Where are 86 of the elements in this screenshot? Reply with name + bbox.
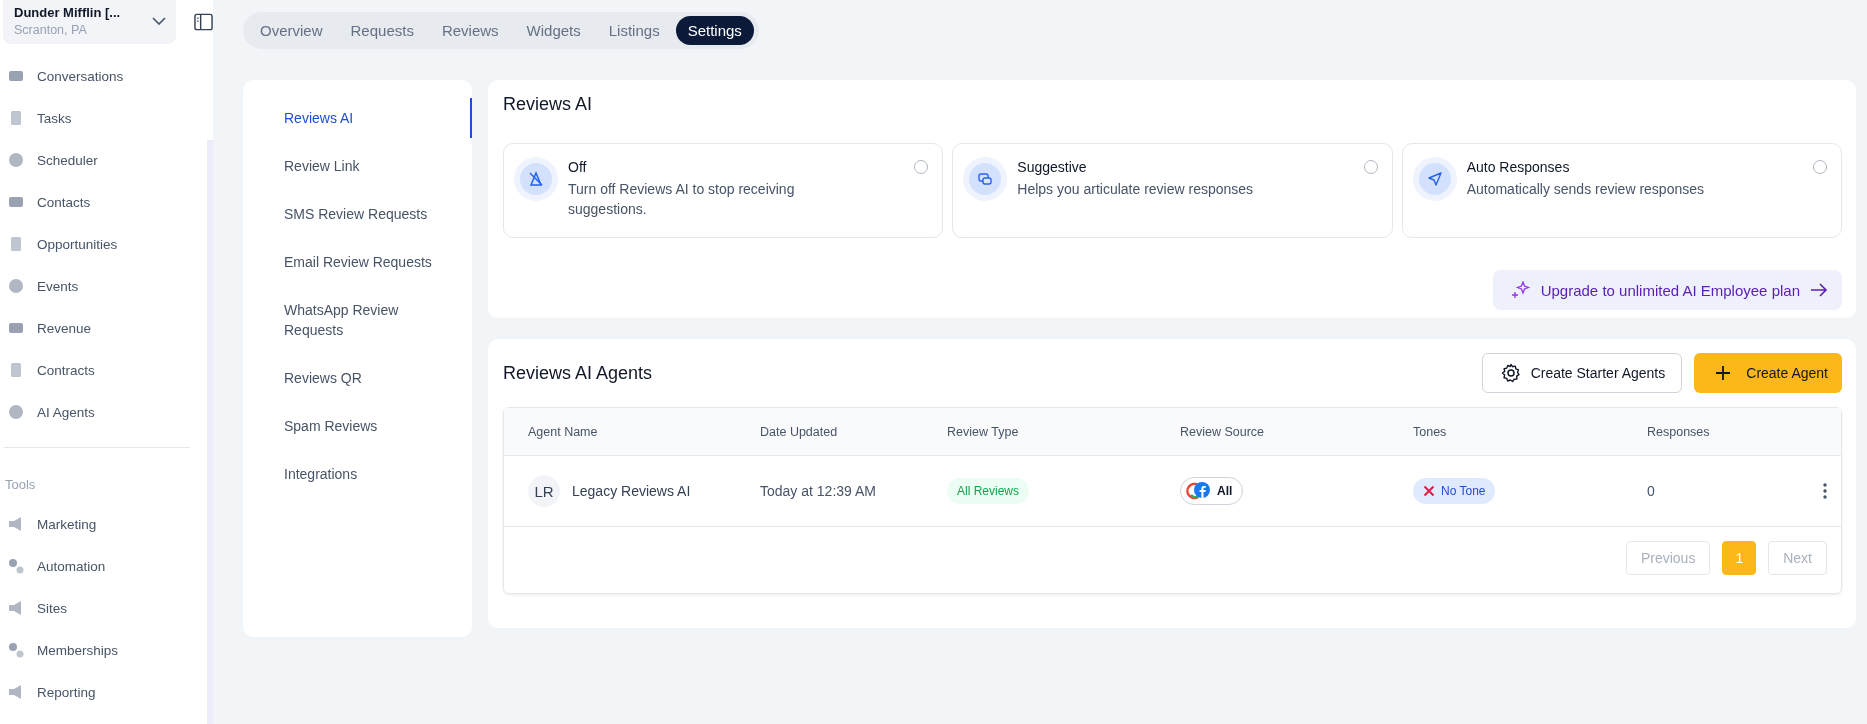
account-switcher[interactable]: Dunder Mifflin [... Scranton, PA xyxy=(3,0,176,44)
column-header: Date Updated xyxy=(759,424,839,439)
sidebar-item[interactable]: Events xyxy=(7,265,197,307)
sidebar-label: Reporting xyxy=(37,684,96,700)
sidebar-item[interactable]: Memberships xyxy=(7,629,197,671)
option-description: Automatically sends review responses xyxy=(1466,180,1705,199)
tab[interactable]: Widgets xyxy=(514,16,593,45)
settings-nav-item[interactable]: SMS Review Requests xyxy=(243,194,472,234)
column-header: Agent Name xyxy=(527,424,599,439)
sidebar-item[interactable]: Automation xyxy=(7,545,197,587)
section-title: Tools xyxy=(4,476,37,492)
settings-nav-item[interactable]: WhatsApp Review Requests xyxy=(243,290,472,350)
column-header: Responses xyxy=(1646,424,1711,439)
option-title: Suggestive xyxy=(1017,159,1088,175)
tab[interactable]: Reviews xyxy=(429,16,511,45)
sidebar-label: AI Agents xyxy=(37,404,95,420)
sidebar-label: Contacts xyxy=(37,194,91,210)
sidebar-item[interactable]: Opportunities xyxy=(7,223,197,265)
option-card[interactable]: Off Turn off Reviews AI to stop receiving suggestions. xyxy=(503,143,944,238)
create-starter-agents-button[interactable]: Create Starter Agents xyxy=(1481,353,1683,393)
upgrade-button[interactable]: Upgrade to unlimited AI Employee plan xyxy=(1492,270,1842,310)
agent-name: Legacy Reviews AI xyxy=(572,483,691,499)
settings-nav-item[interactable]: Email Review Requests xyxy=(243,242,472,282)
table-cell-text: Today at 12:39 AM xyxy=(759,483,877,499)
sidebar-item[interactable]: AI Agents xyxy=(7,391,197,433)
sidebar-label: Tasks xyxy=(37,110,72,126)
arrow-right-icon xyxy=(1810,283,1828,297)
option-description: Helps you articulate review responses xyxy=(1017,180,1255,199)
chevron-down-icon xyxy=(152,17,166,25)
nav-icon xyxy=(7,151,25,169)
more-options-icon[interactable] xyxy=(1823,483,1827,499)
sidebar-toggle-icon[interactable] xyxy=(194,13,213,31)
sidebar-item[interactable]: Conversations xyxy=(7,55,197,97)
source-logos-icon xyxy=(1185,481,1211,501)
sidebar-label: Contracts xyxy=(37,362,95,378)
settings-icon xyxy=(1500,363,1521,383)
nav-icon xyxy=(7,557,25,575)
settings-nav-item[interactable]: Review Link xyxy=(243,146,472,186)
sidebar-label: Automation xyxy=(37,558,106,574)
sidebar-label: Events xyxy=(37,278,79,294)
account-location: Scranton, PA xyxy=(14,23,88,37)
cross-icon xyxy=(1423,485,1435,497)
sidebar-item[interactable]: Reporting xyxy=(7,671,197,713)
nav-icon xyxy=(7,641,25,659)
tone-tag: No Tone xyxy=(1413,478,1496,504)
sidebar-item[interactable]: Contacts xyxy=(7,181,197,223)
sidebar-label: Opportunities xyxy=(37,236,118,252)
settings-nav-item[interactable]: Reviews QR xyxy=(243,358,472,398)
sidebar-item[interactable]: Scheduler xyxy=(7,139,197,181)
nav-icon xyxy=(7,403,25,421)
tab[interactable]: Settings xyxy=(675,16,754,45)
settings-nav-item[interactable]: Spam Reviews xyxy=(243,406,472,446)
avatar: LR xyxy=(528,475,560,507)
account-name: Dunder Mifflin [... xyxy=(14,5,121,20)
sidebar-item[interactable]: Tasks xyxy=(7,97,197,139)
settings-nav-item[interactable]: Reviews AI xyxy=(243,98,472,138)
sidebar-item[interactable]: Revenue xyxy=(7,307,197,349)
sidebar-item[interactable]: Marketing xyxy=(7,503,197,545)
nav-icon xyxy=(7,277,25,295)
option-description: Turn off Reviews AI to stop receiving suggestions. xyxy=(568,180,796,219)
column-header: Tones xyxy=(1412,424,1448,439)
sidebar-label: Revenue xyxy=(37,320,92,336)
plus-icon xyxy=(1714,364,1733,382)
settings-nav-item[interactable]: Integrations xyxy=(243,454,472,494)
sidebar-label: Marketing xyxy=(37,516,97,532)
review-type-tag: All Reviews xyxy=(947,478,1029,504)
option-card[interactable]: Auto Responses Automatically sends review responses xyxy=(1401,143,1842,238)
sidebar-label: Memberships xyxy=(37,642,119,658)
card-title: Reviews AI xyxy=(503,94,594,115)
create-agent-button[interactable]: Create Agent xyxy=(1694,353,1842,393)
sidebar-item[interactable]: Sites xyxy=(7,587,197,629)
column-header: Review Source xyxy=(1179,424,1266,439)
sparkle-icon xyxy=(1510,281,1531,299)
option-card[interactable]: Suggestive Helps you articulate review responses xyxy=(952,143,1393,238)
tab[interactable]: Overview xyxy=(248,16,335,45)
tab[interactable]: Listings xyxy=(596,16,672,45)
sidebar-label: Sites xyxy=(37,600,67,616)
table-cell-text: 0 xyxy=(1646,483,1656,499)
sidebar-label: Conversations xyxy=(37,68,124,84)
tab[interactable]: Requests xyxy=(338,16,426,45)
column-header: Review Type xyxy=(946,424,1020,439)
card-title: Reviews AI Agents xyxy=(503,362,653,384)
sidebar-label: Scheduler xyxy=(37,152,98,168)
sidebar-item[interactable]: Contracts xyxy=(7,349,197,391)
option-title: Auto Responses xyxy=(1466,159,1571,175)
option-title: Off xyxy=(568,159,588,175)
